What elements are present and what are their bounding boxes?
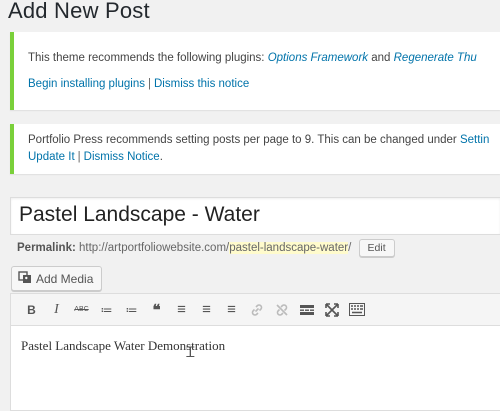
notice-actions: Update It | Dismiss Notice.: [28, 151, 163, 163]
update-it-link[interactable]: Update It: [28, 151, 75, 163]
editor-toolbar: B I ABC ≔ ≔ ❝ ≡ ≡ ≡: [11, 294, 500, 326]
italic-icon[interactable]: I: [44, 298, 69, 322]
align-right-icon[interactable]: ≡: [219, 298, 244, 322]
permalink-slug[interactable]: pastel-landscape-water: [229, 242, 349, 254]
post-title-value: Pastel Landscape - Water: [19, 203, 260, 226]
dismiss-notice-link[interactable]: Dismiss Notice: [84, 151, 160, 163]
notice-text: This theme recommends the following plug…: [28, 52, 268, 64]
bold-icon[interactable]: B: [19, 298, 44, 322]
add-media-button[interactable]: Add Media: [11, 266, 103, 291]
post-title-field[interactable]: Pastel Landscape - Water: [10, 197, 500, 235]
permalink-row: Permalink: http://artportfoliowebsite.co…: [17, 239, 395, 257]
fullscreen-icon[interactable]: [319, 298, 344, 322]
notice-message: This theme recommends the following plug…: [28, 52, 477, 64]
notice-message: Portfolio Press recommends setting posts…: [28, 134, 489, 146]
notice-text: Portfolio Press recommends setting posts…: [28, 134, 460, 146]
settings-link[interactable]: Settin: [460, 134, 489, 146]
numbered-list-icon[interactable]: ≔: [119, 298, 144, 322]
align-center-icon[interactable]: ≡: [194, 298, 219, 322]
text-cursor-icon: Ꮖ: [186, 345, 196, 361]
bullet-list-icon[interactable]: ≔: [94, 298, 119, 322]
begin-installing-plugins-link[interactable]: Begin installing plugins: [28, 78, 145, 90]
permalink-base: http://artportfoliowebsite.com/: [75, 242, 230, 254]
insert-link-icon[interactable]: [244, 298, 269, 322]
align-left-icon[interactable]: ≡: [169, 298, 194, 322]
add-media-label: Add Media: [36, 271, 94, 286]
unlink-icon[interactable]: [269, 298, 294, 322]
separator: |: [148, 78, 151, 90]
insert-more-icon[interactable]: [294, 298, 319, 322]
post-editor[interactable]: B I ABC ≔ ≔ ❝ ≡ ≡ ≡ Pastel Landscape Wat…: [10, 293, 500, 411]
media-icon: [18, 270, 32, 287]
portfolio-notice: Portfolio Press recommends setting posts…: [10, 124, 500, 174]
toolbar-toggle-icon[interactable]: [344, 298, 369, 322]
strikethrough-icon[interactable]: ABC: [69, 298, 94, 322]
separator: |: [77, 151, 81, 163]
notice-actions: Begin installing plugins | Dismiss this no…: [28, 78, 249, 90]
permalink-trail: /: [348, 242, 352, 254]
notice-text-and: and: [368, 52, 394, 64]
dismiss-notice-link[interactable]: Dismiss this notice: [154, 78, 249, 90]
page-title: Add New Post: [8, 0, 150, 23]
plugin-link-options-framework[interactable]: Options Framework: [268, 52, 368, 64]
notice-period: .: [159, 151, 163, 163]
blockquote-icon[interactable]: ❝: [144, 298, 169, 322]
edit-permalink-button[interactable]: Edit: [358, 239, 395, 257]
plugins-notice: This theme recommends the following plug…: [10, 32, 500, 110]
permalink-label: Permalink:: [17, 242, 76, 254]
plugin-link-regenerate-thumbnails[interactable]: Regenerate Thu: [394, 52, 477, 64]
